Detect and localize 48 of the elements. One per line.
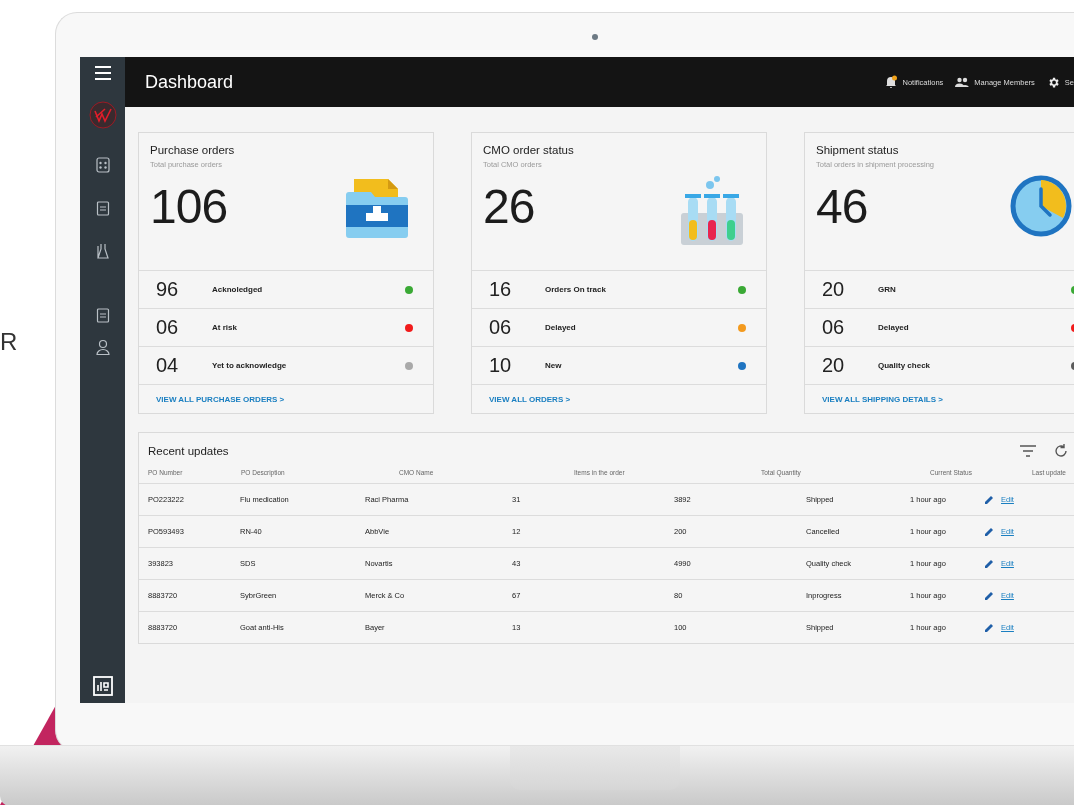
card-title: Shipment status [816,144,900,156]
stat-count: 16 [489,278,513,301]
stat-count: 96 [156,278,180,301]
pencil-icon[interactable] [985,623,994,632]
menu-icon[interactable] [94,66,111,80]
stat-label: Quality check [878,361,932,370]
stat-label: Delayed [878,323,910,332]
view-all-link[interactable]: VIEW ALL PURCHASE ORDERS > [156,394,285,404]
refresh-icon[interactable] [1054,444,1068,458]
clock-icon [1010,175,1072,237]
total-count: 26 [483,179,535,234]
stat-label: New [545,361,563,370]
stat-label: Acknoledged [212,285,264,294]
pencil-icon[interactable] [985,527,994,536]
person-icon[interactable] [95,339,110,355]
filter-icon[interactable] [1020,445,1036,457]
clipboard-icon[interactable] [95,200,110,216]
pencil-icon[interactable] [985,591,994,600]
stat-count: 20 [822,354,846,377]
stat-label: At risk [212,323,238,332]
stat-label: Delayed [545,323,577,332]
stat-count: 06 [156,316,180,339]
camera-dot [592,34,598,40]
view-all-link[interactable]: VIEW ALL SHIPPING DETAILS > [822,394,943,404]
stat-count: 04 [156,354,180,377]
page-title: Dashboard [145,71,235,93]
section-title: Recent updates [148,445,230,457]
pencil-icon[interactable] [985,495,994,504]
chart-board-icon[interactable] [92,676,113,696]
total-count: 106 [150,179,228,234]
total-count: 46 [816,179,868,234]
background-letter: R [0,328,18,356]
stat-count: 06 [489,316,513,339]
stat-label: Orders On track [545,285,607,294]
view-all-link[interactable]: VIEW ALL ORDERS > [489,394,571,404]
stat-count: 20 [822,278,846,301]
stat-count: 10 [489,354,513,377]
pencil-icon[interactable] [985,559,994,568]
stat-label: GRN [878,285,897,294]
clipboard-icon[interactable] [95,307,110,323]
flask-icon[interactable] [95,243,110,259]
calculator-icon[interactable] [95,157,110,173]
card-title: CMO order status [483,144,575,156]
stat-label: Yet to acknowledge [212,361,288,370]
stat-count: 06 [822,316,846,339]
people-icon[interactable] [955,77,970,87]
logo-icon[interactable] [88,101,117,129]
card-title: Purchase orders [150,144,236,156]
